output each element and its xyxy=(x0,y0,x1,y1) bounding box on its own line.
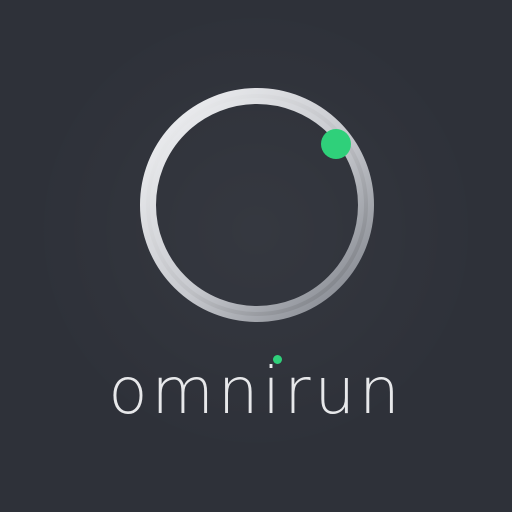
green-dot-icon xyxy=(321,129,351,159)
wordmark: omnirun xyxy=(108,355,404,429)
omnirun-logo xyxy=(140,88,374,322)
ring-edge-shadow xyxy=(146,94,368,316)
wordmark-accent-dot xyxy=(273,355,282,364)
